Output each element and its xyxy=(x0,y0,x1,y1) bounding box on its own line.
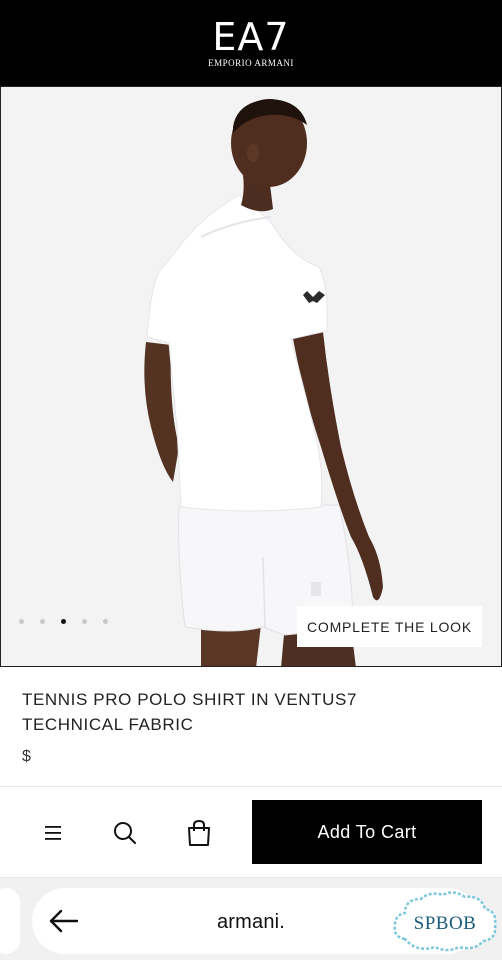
bottom-action-bar: Add To Cart xyxy=(0,787,502,877)
watermark-text: SPBOB xyxy=(413,913,477,934)
pagination-dot-active[interactable] xyxy=(61,619,66,624)
menu-button[interactable] xyxy=(35,815,71,851)
gallery-pagination xyxy=(19,619,108,624)
product-info: TENNIS PRO POLO SHIRT IN VENTUS7 TECHNIC… xyxy=(0,667,502,786)
pagination-dot[interactable] xyxy=(40,619,45,624)
product-photo xyxy=(1,87,501,666)
pagination-dot[interactable] xyxy=(19,619,24,624)
search-button[interactable] xyxy=(107,815,143,851)
watermark: SPBOB xyxy=(391,891,499,955)
shopping-bag-icon xyxy=(188,819,210,846)
pagination-dot[interactable] xyxy=(82,619,87,624)
complete-the-look-button[interactable]: COMPLETE THE LOOK xyxy=(297,606,482,647)
product-price: $ xyxy=(22,748,31,765)
brand-logo-subtitle: EMPORIO ARMANI xyxy=(208,58,294,68)
brand-logo[interactable]: EA7 xyxy=(212,18,289,56)
add-to-cart-button[interactable]: Add To Cart xyxy=(252,800,482,864)
menu-icon xyxy=(45,826,61,840)
top-header: EA7 EMPORIO ARMANI xyxy=(0,0,502,86)
product-title: TENNIS PRO POLO SHIRT IN VENTUS7 TECHNIC… xyxy=(22,690,358,734)
product-image-gallery[interactable]: COMPLETE THE LOOK xyxy=(0,86,502,667)
bag-button[interactable] xyxy=(181,815,217,851)
pagination-dot[interactable] xyxy=(103,619,108,624)
search-icon xyxy=(114,822,136,844)
